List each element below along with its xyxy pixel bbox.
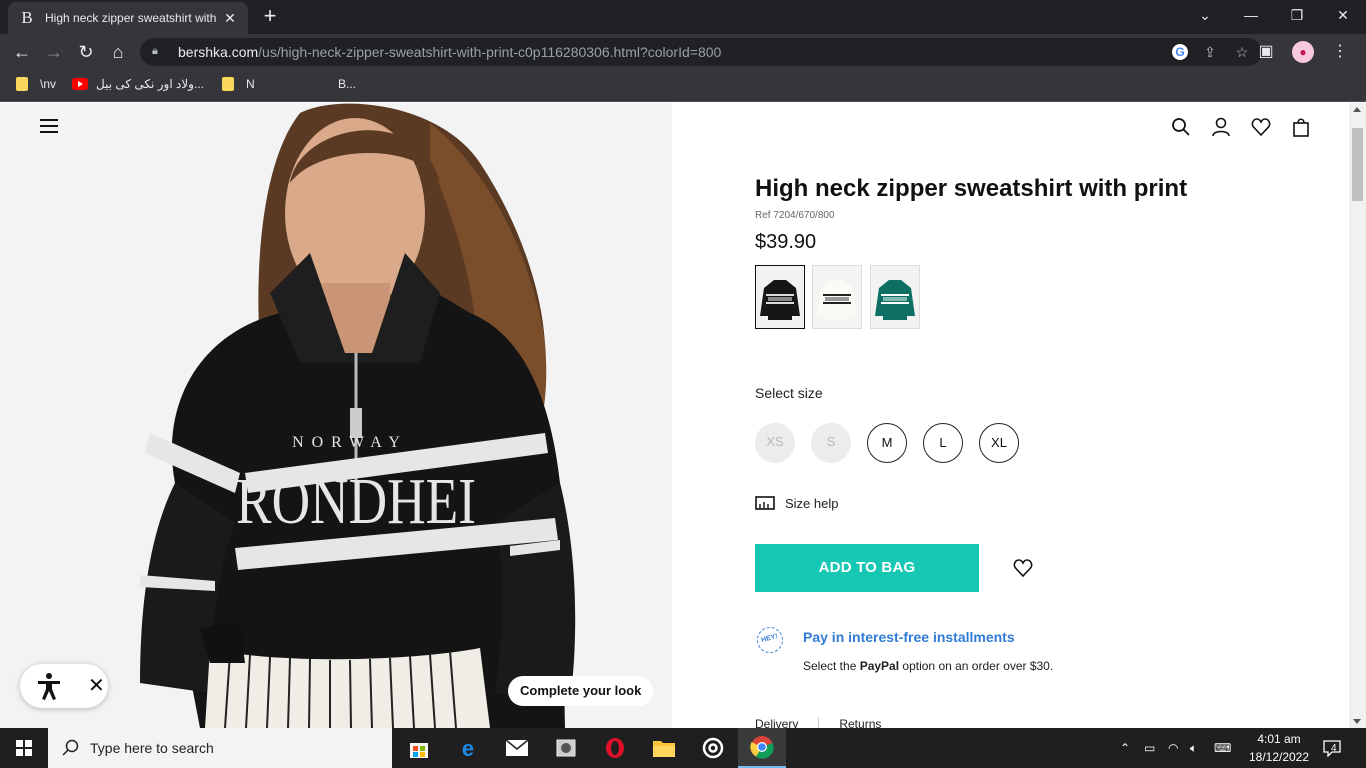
- volume-icon[interactable]: 🔈︎: [1190, 728, 1197, 768]
- minimize-button[interactable]: —: [1228, 0, 1274, 30]
- chrome-menu-icon[interactable]: ⋮: [1328, 40, 1352, 64]
- bookmark-item[interactable]: B...: [338, 77, 356, 91]
- tab-returns[interactable]: Returns: [818, 717, 901, 728]
- battery-icon[interactable]: ▭: [1144, 728, 1155, 768]
- white-sweatshirt-thumbnail: [813, 266, 861, 328]
- complete-your-look-button[interactable]: Complete your look: [508, 676, 654, 706]
- product-page: NORWAY RONDHEI ✕ Complete your look High…: [0, 103, 1366, 728]
- opera-app-icon[interactable]: [591, 728, 639, 768]
- restore-button[interactable]: ❐: [1274, 0, 1320, 30]
- size-option-l[interactable]: L: [923, 423, 963, 463]
- bookmark-item[interactable]: N: [222, 77, 255, 91]
- svg-text:e: e: [462, 737, 474, 759]
- color-swatch-white[interactable]: [812, 265, 862, 329]
- size-option-m[interactable]: M: [867, 423, 907, 463]
- scroll-down-arrow-icon[interactable]: [1353, 719, 1361, 724]
- photos-app-icon[interactable]: [542, 728, 590, 768]
- ruler-icon: [755, 496, 775, 510]
- select-size-label: Select size: [755, 385, 823, 401]
- windows-taskbar: Type here to search e ⌃ ▭ ◠ 🔈︎ ⌨ 4:01 am…: [0, 728, 1366, 768]
- installments-subtitle: Select the PayPal option on an order ove…: [803, 659, 1054, 673]
- info-tabs: Delivery Returns: [755, 717, 901, 728]
- close-window-button[interactable]: ✕: [1320, 0, 1366, 30]
- product-title: High neck zipper sweatshirt with print: [755, 175, 1188, 202]
- print-top-text: NORWAY: [292, 434, 408, 451]
- show-hidden-icons[interactable]: ⌃: [1120, 728, 1130, 768]
- profile-avatar-icon[interactable]: ●: [1292, 41, 1314, 63]
- clock-time: 4:01 am: [1257, 732, 1301, 746]
- browser-toolbar: ← → ↻ ⌂ 🔒︎ bershka.com/us/high-neck-zipp…: [0, 34, 1366, 70]
- add-to-bag-button[interactable]: ADD TO BAG: [755, 544, 979, 592]
- windows-start-icon[interactable]: [0, 728, 48, 768]
- tab-delivery[interactable]: Delivery: [755, 717, 818, 728]
- product-ref: Ref 7204/670/800: [755, 210, 835, 221]
- clock-date: 18/12/2022: [1248, 750, 1310, 764]
- browser-tab[interactable]: B High neck zipper sweatshirt with ✕: [8, 2, 248, 34]
- chrome-app-icon[interactable]: [738, 728, 786, 768]
- size-option-xs[interactable]: XS: [755, 423, 795, 463]
- search-placeholder: Type here to search: [90, 740, 214, 756]
- mail-app-icon[interactable]: [493, 728, 541, 768]
- hey-badge-icon: HEY!: [754, 624, 786, 656]
- bershka-favicon-icon: B: [21, 8, 33, 27]
- scrollbar-thumb[interactable]: [1352, 128, 1363, 201]
- bookmarks-bar: \nv ولاد اور نکی کی بیل... N B...: [0, 70, 1366, 102]
- browser-titlebar: B High neck zipper sweatshirt with ✕ + ⌄…: [0, 0, 1366, 34]
- bookmark-item[interactable]: ولاد اور نکی کی بیل...: [72, 77, 204, 91]
- back-arrow-icon[interactable]: ←: [10, 40, 34, 64]
- accessibility-widget[interactable]: ✕: [20, 664, 108, 708]
- new-tab-button[interactable]: +: [258, 4, 282, 28]
- size-help-label: Size help: [785, 495, 839, 511]
- product-hero-image[interactable]: NORWAY RONDHEI ✕ Complete your look: [0, 103, 672, 728]
- tab-search-icon[interactable]: ⌄: [1182, 0, 1228, 30]
- keyboard-icon[interactable]: ⌨: [1214, 728, 1231, 768]
- youtube-icon: [72, 78, 88, 90]
- close-tab-icon[interactable]: ✕: [222, 10, 238, 27]
- wifi-icon[interactable]: ◠: [1168, 728, 1178, 768]
- lock-icon[interactable]: 🔒︎: [152, 45, 166, 59]
- color-swatch-green[interactable]: [870, 265, 920, 329]
- add-to-wishlist-heart-icon[interactable]: [1013, 558, 1033, 578]
- installments-title[interactable]: Pay in interest-free installments: [803, 629, 1015, 645]
- reload-icon[interactable]: ↻: [74, 40, 98, 64]
- size-help-link[interactable]: Size help: [755, 495, 838, 511]
- home-icon[interactable]: ⌂: [106, 40, 130, 64]
- google-lens-icon[interactable]: G: [1172, 44, 1188, 60]
- size-option-xl[interactable]: XL: [979, 423, 1019, 463]
- search-icon: [62, 739, 79, 756]
- page-scrollbar[interactable]: [1349, 103, 1366, 728]
- groove-music-icon[interactable]: [689, 728, 737, 768]
- product-info-panel: High neck zipper sweatshirt with print R…: [754, 103, 1315, 728]
- share-icon[interactable]: ⇪: [1200, 42, 1220, 62]
- model-photo: NORWAY RONDHEI: [0, 103, 672, 728]
- edge-app-icon[interactable]: e: [444, 728, 492, 768]
- store-app-icon[interactable]: [395, 728, 443, 768]
- url-text[interactable]: bershka.com/us/high-neck-zipper-sweatshi…: [178, 44, 721, 60]
- accessibility-icon[interactable]: [34, 671, 64, 701]
- bookmark-star-icon[interactable]: ☆: [1232, 42, 1252, 62]
- folder-icon: [222, 77, 234, 91]
- black-sweatshirt-thumbnail: [756, 266, 804, 328]
- tab-title: High neck zipper sweatshirt with: [45, 11, 216, 25]
- notification-count: 4: [1331, 743, 1337, 754]
- bookmark-item[interactable]: \nv: [16, 77, 56, 91]
- notification-center-icon[interactable]: 4: [1322, 738, 1342, 758]
- close-accessibility-icon[interactable]: ✕: [88, 674, 105, 698]
- scroll-up-arrow-icon[interactable]: [1353, 107, 1361, 112]
- address-bar[interactable]: 🔒︎ bershka.com/us/high-neck-zipper-sweat…: [140, 38, 1262, 66]
- green-sweatshirt-thumbnail: [871, 266, 919, 328]
- taskbar-search-box[interactable]: Type here to search: [48, 728, 392, 768]
- print-main-text: RONDHEI: [236, 465, 476, 538]
- side-panel-icon[interactable]: ▣: [1254, 40, 1278, 64]
- forward-arrow-icon[interactable]: →: [42, 40, 66, 64]
- system-clock[interactable]: 4:01 am 18/12/2022: [1244, 730, 1314, 766]
- file-explorer-icon[interactable]: [640, 728, 688, 768]
- folder-icon: [16, 77, 28, 91]
- product-price: $39.90: [755, 231, 817, 253]
- size-option-s[interactable]: S: [811, 423, 851, 463]
- hamburger-menu-icon[interactable]: [40, 119, 58, 133]
- color-swatch-black[interactable]: [755, 265, 805, 329]
